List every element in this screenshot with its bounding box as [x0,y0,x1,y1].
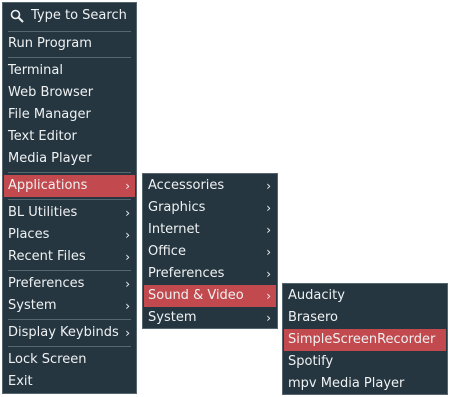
chevron-right-icon: › [125,179,130,193]
menu-item-spotify[interactable]: Spotify [284,351,446,373]
menu-item-label: Sound & Video [148,288,244,303]
menu-item-label: Audacity [288,288,345,303]
menu-item-preferences[interactable]: Preferences › [4,273,135,295]
menu-item-label: Graphics [148,200,206,215]
separator [8,199,131,200]
menu-item-label: Text Editor [8,129,77,144]
menu-item-file-manager[interactable]: File Manager [4,104,135,126]
menu-item-label: System [148,310,197,325]
main-menu: Type to Search Run Program Terminal Web … [2,2,137,394]
menu-item-label: Exit [8,374,33,389]
menu-item-recent-files[interactable]: Recent Files › [4,246,135,268]
chevron-right-icon: › [125,250,130,264]
chevron-right-icon: › [125,206,130,220]
menu-item-display-keybinds[interactable]: Display Keybinds › [4,322,135,344]
menu-item-exit[interactable]: Exit [4,371,135,393]
menu-item-internet[interactable]: Internet › [144,219,276,241]
chevron-right-icon: › [266,179,271,193]
menu-item-label: Office [148,244,186,259]
menu-item-label: Spotify [288,354,334,369]
separator [8,346,131,347]
search-placeholder: Type to Search [31,8,127,23]
menu-item-terminal[interactable]: Terminal [4,60,135,82]
menu-item-label: Terminal [8,63,63,78]
chevron-right-icon: › [266,223,271,237]
menu-item-label: Brasero [288,310,339,325]
chevron-right-icon: › [266,201,271,215]
chevron-right-icon: › [266,289,271,303]
menu-item-sound-video[interactable]: Sound & Video › [144,285,276,307]
chevron-right-icon: › [125,228,130,242]
menu-item-accessories[interactable]: Accessories › [144,175,276,197]
menu-item-applications[interactable]: Applications › [4,175,135,197]
menu-item-label: Preferences [8,276,85,291]
menu-item-web-browser[interactable]: Web Browser [4,82,135,104]
menu-item-office[interactable]: Office › [144,241,276,263]
search-field[interactable]: Type to Search [4,4,135,28]
menu-item-media-player[interactable]: Media Player [4,148,135,170]
menu-item-label: Applications [8,178,88,193]
menu-item-lock-screen[interactable]: Lock Screen [4,349,135,371]
menu-item-text-editor[interactable]: Text Editor [4,126,135,148]
menu-item-system[interactable]: System › [4,295,135,317]
menu-item-audacity[interactable]: Audacity [284,285,446,307]
menu-item-graphics[interactable]: Graphics › [144,197,276,219]
menu-item-label: System [8,298,57,313]
separator [8,270,131,271]
chevron-right-icon: › [266,245,271,259]
menu-item-bl-utilities[interactable]: BL Utilities › [4,202,135,224]
menu-item-label: Media Player [8,151,92,166]
chevron-right-icon: › [125,277,130,291]
menu-item-label: Recent Files [8,249,86,264]
separator [8,31,131,32]
chevron-right-icon: › [125,326,130,340]
menu-item-label: Places [8,227,50,242]
menu-item-preferences[interactable]: Preferences › [144,263,276,285]
menu-item-places[interactable]: Places › [4,224,135,246]
separator [8,57,131,58]
menu-item-label: mpv Media Player [288,376,405,391]
menu-item-label: Preferences [148,266,225,281]
menu-item-brasero[interactable]: Brasero [284,307,446,329]
sound-video-submenu: Audacity Brasero SimpleScreenRecorder Sp… [282,283,448,395]
chevron-right-icon: › [125,299,130,313]
applications-submenu: Accessories › Graphics › Internet › Office ›… [142,173,278,329]
menu-item-system[interactable]: System › [144,307,276,329]
menu-item-label: Lock Screen [8,352,87,367]
separator [8,319,131,320]
search-icon [10,9,24,23]
menu-item-simplescreenrecorder[interactable]: SimpleScreenRecorder [284,329,446,351]
chevron-right-icon: › [266,267,271,281]
menu-item-mpv-media-player[interactable]: mpv Media Player [284,373,446,395]
menu-item-label: Internet [148,222,200,237]
menu-item-label: Run Program [8,36,92,51]
menu-item-label: BL Utilities [8,205,78,220]
menu-item-label: SimpleScreenRecorder [288,332,436,347]
menu-item-label: Web Browser [8,85,94,100]
menu-item-run-program[interactable]: Run Program [4,33,135,55]
menu-item-label: Accessories [148,178,225,193]
menu-item-label: Display Keybinds [8,325,119,340]
chevron-right-icon: › [266,311,271,325]
separator [8,172,131,173]
menu-item-label: File Manager [8,107,91,122]
